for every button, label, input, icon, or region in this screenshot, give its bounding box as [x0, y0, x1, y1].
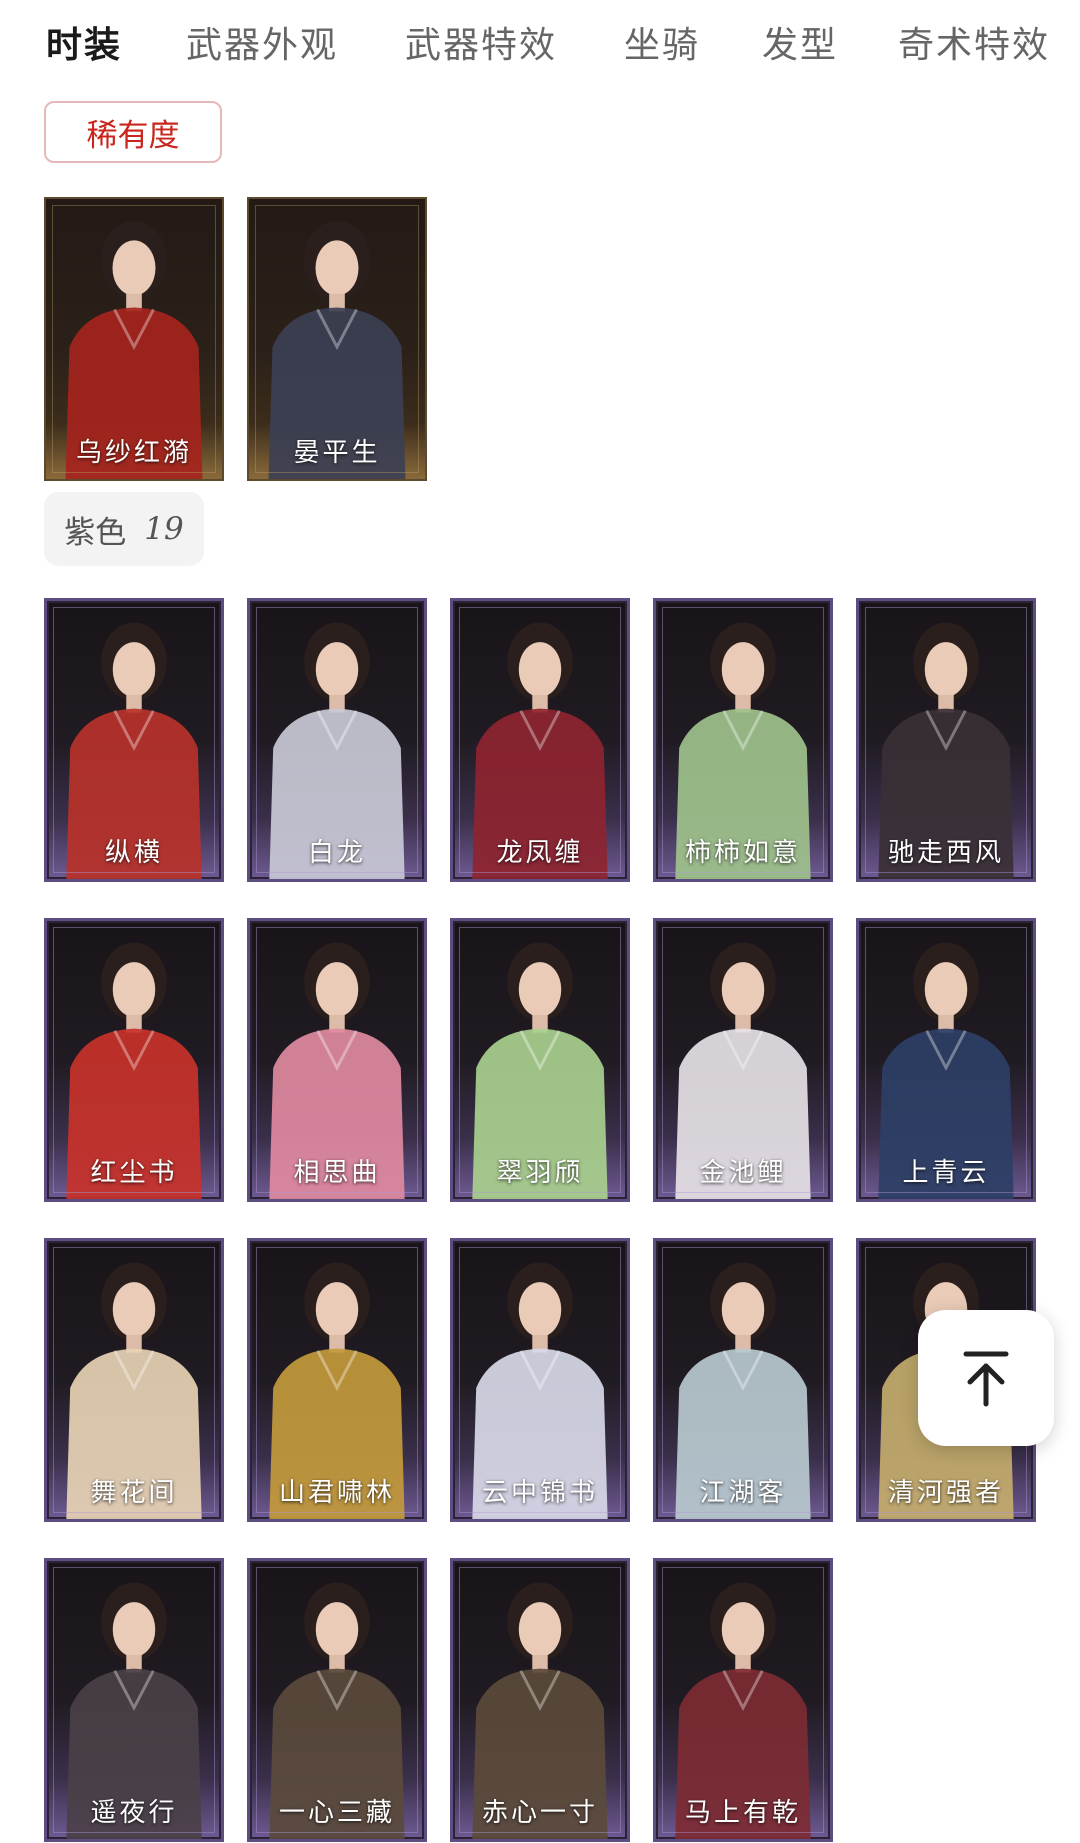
- outfit-name: 晏平生: [293, 438, 381, 468]
- outfit-name: 清河强者: [887, 1478, 1004, 1508]
- purple-tier-chip[interactable]: 紫色 19: [44, 492, 204, 566]
- rare-outfit-card[interactable]: 乌纱红漪: [44, 197, 224, 481]
- outfit-name: 白龙: [307, 838, 366, 868]
- outfit-name: 上青云: [902, 1158, 990, 1188]
- purple-outfit-card[interactable]: 驰走西风: [856, 598, 1036, 882]
- purple-outfit-card[interactable]: 纵横: [44, 598, 224, 882]
- purple-outfit-card[interactable]: 金池鲤: [653, 918, 833, 1202]
- purple-outfit-card[interactable]: 云中锦书: [450, 1238, 630, 1522]
- outfit-name: 相思曲: [293, 1158, 381, 1188]
- outfit-name: 金池鲤: [699, 1158, 787, 1188]
- outfit-name: 龙凤缠: [496, 838, 584, 868]
- outfit-name: 红尘书: [90, 1158, 178, 1188]
- tab-fashion[interactable]: 时装: [46, 16, 122, 68]
- purple-outfit-card[interactable]: 白龙: [247, 598, 427, 882]
- category-tabs: 时装 武器外观 武器特效 坐骑 发型 奇术特效: [0, 0, 1080, 82]
- outfit-name: 翠羽颀: [496, 1158, 584, 1188]
- purple-outfit-card[interactable]: 翠羽颀: [450, 918, 630, 1202]
- outfit-name: 柿柿如意: [684, 838, 801, 868]
- outfit-name: 江湖客: [699, 1478, 787, 1508]
- outfit-name: 云中锦书: [481, 1478, 598, 1508]
- purple-outfit-card[interactable]: 红尘书: [44, 918, 224, 1202]
- purple-outfit-card[interactable]: 相思曲: [247, 918, 427, 1202]
- rarity-filter-chip[interactable]: 稀有度: [44, 101, 222, 163]
- outfit-name: 纵横: [104, 838, 163, 868]
- tab-weapon-effects[interactable]: 武器特效: [405, 16, 557, 68]
- purple-outfit-card[interactable]: 山君啸林: [247, 1238, 427, 1522]
- purple-outfit-card[interactable]: 赤心一寸: [450, 1558, 630, 1842]
- purple-outfit-card[interactable]: 柿柿如意: [653, 598, 833, 882]
- tab-weapon-appearance[interactable]: 武器外观: [186, 16, 338, 68]
- tab-skill-effects[interactable]: 奇术特效: [898, 16, 1050, 68]
- rare-outfit-card[interactable]: 晏平生: [247, 197, 427, 481]
- purple-outfit-card[interactable]: 舞花间: [44, 1238, 224, 1522]
- tab-mounts[interactable]: 坐骑: [624, 16, 700, 68]
- outfit-name: 马上有乾: [684, 1798, 801, 1828]
- outfit-name: 遥夜行: [90, 1798, 178, 1828]
- purple-outfit-card[interactable]: 一心三藏: [247, 1558, 427, 1842]
- purple-outfit-card[interactable]: 龙凤缠: [450, 598, 630, 882]
- purple-tier-label: 紫色: [64, 514, 127, 551]
- outfit-name: 一心三藏: [278, 1798, 395, 1828]
- purple-outfit-card[interactable]: 上青云: [856, 918, 1036, 1202]
- outfit-name: 驰走西风: [887, 838, 1004, 868]
- arrow-up-to-line-icon: [963, 1351, 1009, 1407]
- outfit-name: 乌纱红漪: [75, 438, 192, 468]
- outfit-name: 赤心一寸: [481, 1798, 598, 1828]
- back-to-top-button[interactable]: [918, 1310, 1054, 1446]
- purple-tier-count: 19: [144, 511, 184, 547]
- purple-outfit-card[interactable]: 江湖客: [653, 1238, 833, 1522]
- purple-outfit-card[interactable]: 马上有乾: [653, 1558, 833, 1842]
- tab-hairstyles[interactable]: 发型: [762, 16, 838, 68]
- purple-outfit-card[interactable]: 遥夜行: [44, 1558, 224, 1842]
- outfit-name: 舞花间: [90, 1478, 178, 1508]
- outfit-name: 山君啸林: [278, 1478, 395, 1508]
